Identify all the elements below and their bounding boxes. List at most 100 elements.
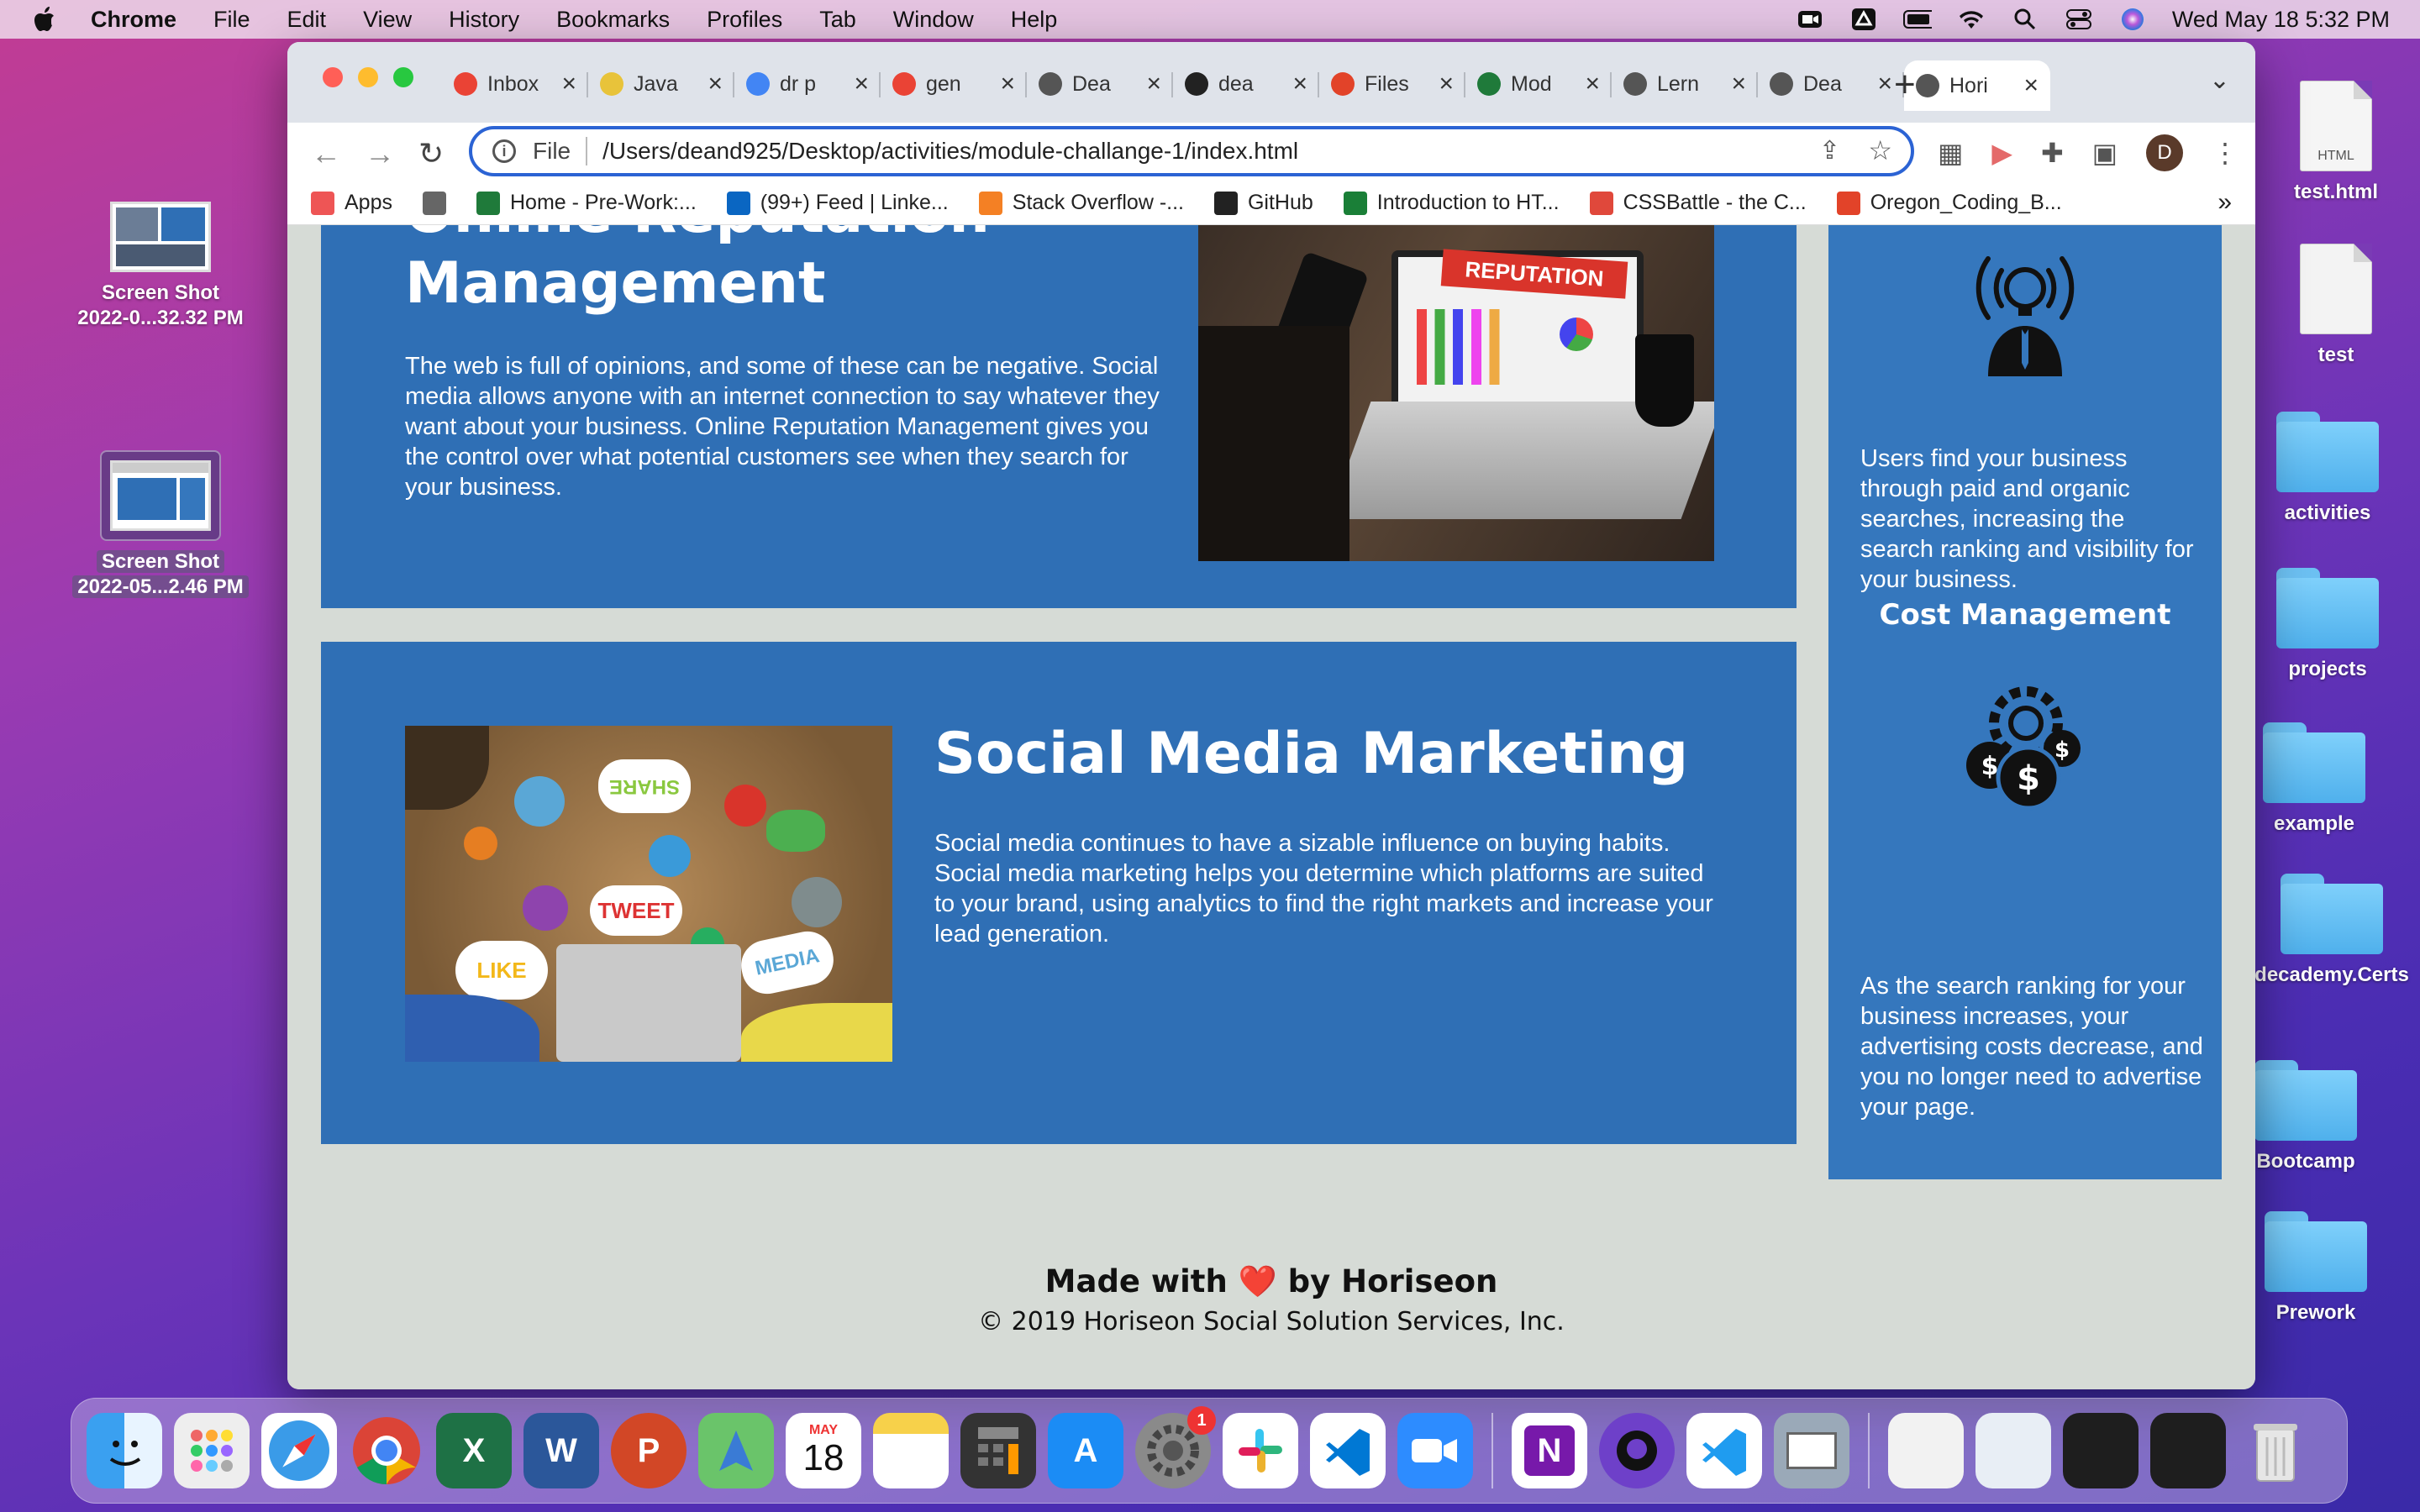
- extensions-puzzle-icon[interactable]: ✚: [2041, 137, 2064, 169]
- zoom-icon[interactable]: [1397, 1413, 1473, 1488]
- drive-status-icon[interactable]: [1849, 8, 1878, 30]
- desktop-screenshot-1[interactable]: Screen Shot 2022-0...32.32 PM: [55, 202, 266, 331]
- calendar-icon[interactable]: MAY 18: [786, 1413, 861, 1488]
- slack-icon[interactable]: [1223, 1413, 1298, 1488]
- preview-icon[interactable]: [1774, 1413, 1849, 1488]
- safari-icon[interactable]: [261, 1413, 337, 1488]
- menu-view[interactable]: View: [363, 7, 412, 33]
- new-tab-button[interactable]: +: [1894, 64, 1916, 106]
- onenote-icon[interactable]: N: [1512, 1413, 1587, 1488]
- close-tab-icon[interactable]: ×: [708, 70, 723, 98]
- browser-tab[interactable]: Dea ×: [1027, 60, 1173, 108]
- bookmark-item[interactable]: CSSBattle - the C...: [1589, 191, 1807, 215]
- powerpoint-icon[interactable]: P: [611, 1413, 687, 1488]
- menu-window[interactable]: Window: [893, 7, 974, 33]
- calendar-extension-icon[interactable]: ▦: [1938, 137, 1963, 169]
- minimized-window-2[interactable]: [1975, 1413, 2051, 1488]
- more-bookmarks-chevron-icon[interactable]: »: [2217, 188, 2232, 217]
- trash-icon[interactable]: [2238, 1413, 2313, 1488]
- browser-tab[interactable]: Dea ×: [1758, 60, 1904, 108]
- vscode-insiders-icon[interactable]: [1686, 1413, 1762, 1488]
- menu-history[interactable]: History: [449, 7, 519, 33]
- control-center-icon[interactable]: [2065, 8, 2093, 30]
- browser-tab[interactable]: dr p ×: [734, 60, 881, 108]
- close-tab-icon[interactable]: ×: [2023, 71, 2039, 100]
- bookmark-item[interactable]: (99+) Feed | Linke...: [726, 191, 949, 215]
- minimize-window-button[interactable]: [358, 67, 378, 87]
- tab-search-chevron-icon[interactable]: ⌄: [2209, 66, 2230, 95]
- reload-icon[interactable]: ↻: [418, 136, 444, 171]
- minimized-window-3[interactable]: [2063, 1413, 2139, 1488]
- system-preferences-icon[interactable]: 1: [1135, 1406, 1216, 1488]
- browser-tab[interactable]: Java ×: [588, 60, 734, 108]
- browser-tab[interactable]: gen ×: [881, 60, 1027, 108]
- zoom-status-icon[interactable]: [1796, 8, 1824, 30]
- spotlight-search-icon[interactable]: [2011, 8, 2039, 30]
- close-tab-icon[interactable]: ×: [1877, 70, 1892, 98]
- browser-tab[interactable]: Mod ×: [1465, 60, 1612, 108]
- menu-edit[interactable]: Edit: [287, 7, 327, 33]
- close-tab-icon[interactable]: ×: [1292, 70, 1307, 98]
- address-bar[interactable]: i File /Users/deand925/Desktop/activitie…: [469, 126, 1914, 176]
- finder-icon[interactable]: [87, 1413, 162, 1488]
- minimized-window-4[interactable]: [2150, 1413, 2226, 1488]
- menubar-clock[interactable]: Wed May 18 5:32 PM: [2172, 7, 2390, 33]
- browser-tab[interactable]: Inbox ×: [442, 60, 588, 108]
- browser-tab[interactable]: Lern ×: [1612, 60, 1758, 108]
- side-panel-icon[interactable]: ▣: [2092, 137, 2118, 169]
- bookmark-item[interactable]: Introduction to HT...: [1343, 191, 1560, 215]
- apple-menu-icon[interactable]: [34, 7, 55, 32]
- desktop-folder-example[interactable]: example: [2238, 722, 2390, 837]
- close-tab-icon[interactable]: ×: [1731, 70, 1746, 98]
- excel-icon[interactable]: X: [436, 1413, 512, 1488]
- desktop-folder-projects[interactable]: projects: [2252, 568, 2403, 682]
- close-tab-icon[interactable]: ×: [561, 70, 576, 98]
- menu-tab[interactable]: Tab: [819, 7, 856, 33]
- close-tab-icon[interactable]: ×: [1000, 70, 1015, 98]
- wifi-icon[interactable]: [1957, 8, 1986, 30]
- calculator-icon[interactable]: [960, 1413, 1036, 1488]
- bookmark-item[interactable]: Oregon_Coding_B...: [1836, 191, 2062, 215]
- bookmark-star-icon[interactable]: ☆: [1868, 134, 1892, 166]
- menu-app-name[interactable]: Chrome: [91, 7, 176, 33]
- close-tab-icon[interactable]: ×: [1585, 70, 1600, 98]
- desktop-folder-codecademy[interactable]: decademy.Certs: [2244, 874, 2420, 988]
- bookmark-folder[interactable]: [422, 191, 446, 215]
- desktop-folder-prework[interactable]: Prework: [2240, 1211, 2391, 1326]
- battery-icon[interactable]: [1902, 8, 1932, 30]
- github-desktop-icon[interactable]: [1599, 1413, 1675, 1488]
- desktop-screenshot-2[interactable]: Screen Shot 2022-05...2.46 PM: [55, 450, 266, 600]
- launchpad-icon[interactable]: [174, 1413, 250, 1488]
- desktop-folder-activities[interactable]: activities: [2252, 412, 2403, 526]
- menu-profiles[interactable]: Profiles: [707, 7, 782, 33]
- maps-icon[interactable]: [698, 1413, 774, 1488]
- word-icon[interactable]: W: [523, 1413, 599, 1488]
- browser-tab[interactable]: Hori ×: [1904, 60, 2050, 111]
- desktop-file-test[interactable]: test: [2260, 244, 2412, 368]
- menu-help[interactable]: Help: [1011, 7, 1058, 33]
- site-info-icon[interactable]: i: [492, 139, 516, 163]
- extension-icon[interactable]: ▶: [1991, 137, 2012, 169]
- app-store-icon[interactable]: A: [1048, 1413, 1123, 1488]
- more-menu-icon[interactable]: ⋮: [2212, 137, 2238, 169]
- url-text[interactable]: /Users/deand925/Desktop/activities/modul…: [602, 138, 1298, 165]
- vscode-icon[interactable]: [1310, 1413, 1386, 1488]
- bookmark-item[interactable]: Home - Pre-Work:...: [476, 191, 697, 215]
- desktop-file-test-html[interactable]: HTML test.html: [2260, 81, 2412, 205]
- menu-file[interactable]: File: [213, 7, 250, 33]
- menu-bookmarks[interactable]: Bookmarks: [556, 7, 670, 33]
- browser-tab[interactable]: Files ×: [1319, 60, 1465, 108]
- browser-tab[interactable]: dea ×: [1173, 60, 1319, 108]
- chrome-icon[interactable]: [349, 1413, 424, 1488]
- bookmark-item[interactable]: GitHub: [1213, 191, 1313, 215]
- close-tab-icon[interactable]: ×: [1146, 70, 1161, 98]
- close-tab-icon[interactable]: ×: [1439, 70, 1454, 98]
- close-window-button[interactable]: [323, 67, 343, 87]
- zoom-window-button[interactable]: [393, 67, 413, 87]
- profile-avatar[interactable]: D: [2146, 134, 2183, 171]
- minimized-window-1[interactable]: [1888, 1413, 1964, 1488]
- close-tab-icon[interactable]: ×: [854, 70, 869, 98]
- back-arrow-icon[interactable]: ←: [311, 136, 341, 171]
- bookmark-apps[interactable]: Apps: [311, 191, 392, 215]
- forward-arrow-icon[interactable]: →: [365, 136, 395, 171]
